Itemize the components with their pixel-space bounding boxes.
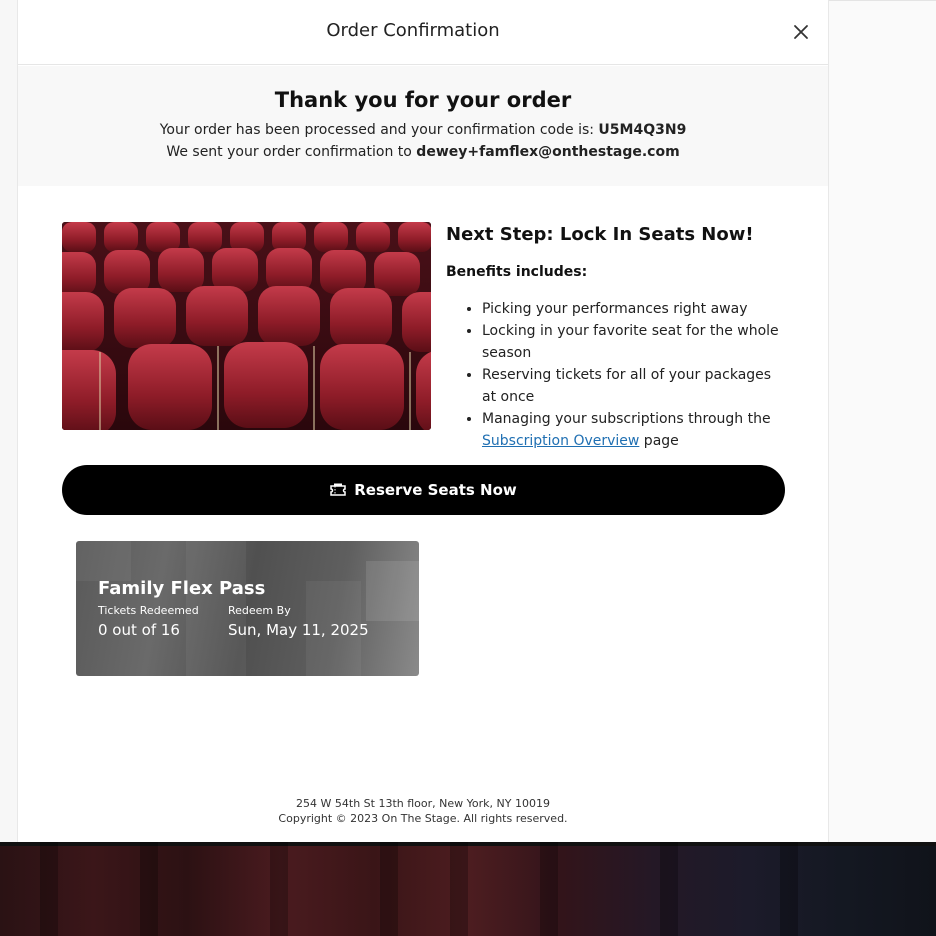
confirmation-email: dewey+famflex@onthestage.com [416, 144, 680, 160]
close-button[interactable] [790, 21, 812, 43]
next-step-heading: Next Step: Lock In Seats Now! [446, 224, 754, 245]
page-backdrop-right [828, 0, 936, 842]
reserve-seats-label: Reserve Seats Now [354, 481, 517, 499]
close-icon [794, 25, 808, 39]
pass-name: Family Flex Pass [98, 578, 266, 599]
subscription-overview-link[interactable]: Subscription Overview [482, 433, 639, 449]
benefit-suffix: page [639, 433, 679, 449]
modal-title: Order Confirmation [326, 20, 500, 41]
redeem-by-value: Sun, May 11, 2025 [228, 621, 369, 639]
confirmation-code: U5M4Q3N9 [598, 122, 687, 138]
footer-copyright: Copyright © 2023 On The Stage. All right… [278, 812, 568, 825]
benefit-prefix: Managing your subscriptions through the [482, 411, 771, 427]
ticket-icon [330, 483, 346, 496]
order-confirmation-modal: Order Confirmation Thank you for your or… [17, 0, 829, 842]
redeem-by-label: Redeem By [228, 604, 291, 617]
tickets-redeemed-label: Tickets Redeemed [98, 604, 199, 617]
benefit-item: Locking in your favorite seat for the wh… [482, 320, 786, 364]
confirmation-code-text: Your order has been processed and your c… [159, 122, 599, 138]
page-backdrop-left [0, 0, 17, 842]
thank-you-banner: Thank you for your order Your order has … [18, 66, 828, 186]
background-curtain-strip [0, 842, 936, 936]
thank-you-heading: Thank you for your order [274, 88, 572, 112]
tickets-redeemed-value: 0 out of 16 [98, 621, 180, 639]
pass-card: Family Flex Pass Tickets Redeemed Redeem… [76, 541, 419, 676]
footer-address: 254 W 54th St 13th floor, New York, NY 1… [296, 797, 550, 810]
benefit-item: Reserving tickets for all of your packag… [482, 364, 786, 408]
backdrop-divider [828, 0, 936, 1]
modal-header: Order Confirmation [18, 0, 828, 65]
benefit-item: Managing your subscriptions through the … [482, 408, 786, 452]
reserve-seats-button[interactable]: Reserve Seats Now [62, 465, 785, 515]
confirmation-email-text: We sent your order confirmation to [166, 144, 417, 160]
benefits-list: Picking your performances right away Loc… [446, 298, 786, 452]
confirmation-email-line: We sent your order confirmation to dewey… [18, 144, 828, 160]
theater-seats-photo [62, 222, 431, 430]
benefits-label: Benefits includes: [446, 264, 588, 280]
confirmation-code-line: Your order has been processed and your c… [18, 122, 828, 138]
benefit-item: Picking your performances right away [482, 298, 786, 320]
